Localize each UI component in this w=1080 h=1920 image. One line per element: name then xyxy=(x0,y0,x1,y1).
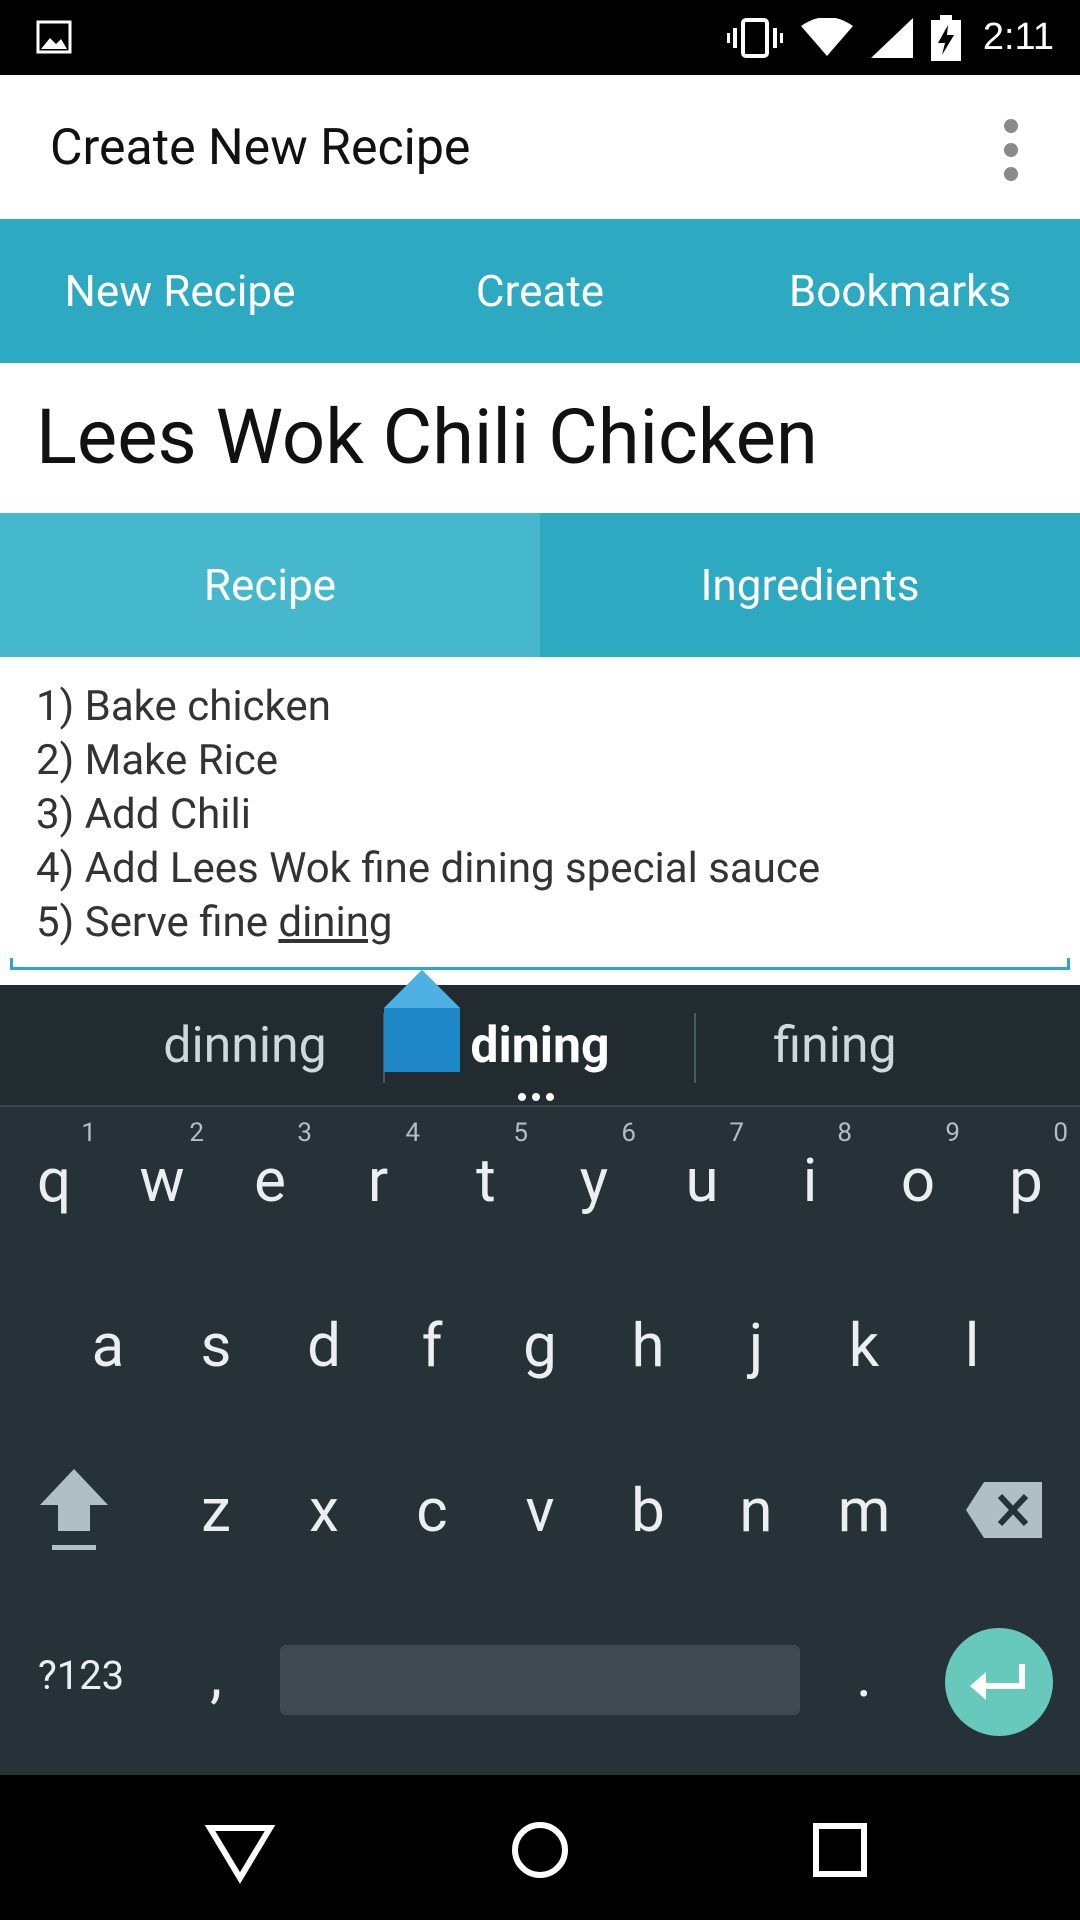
clock: 2:11 xyxy=(982,16,1054,58)
key-e[interactable]: e3 xyxy=(216,1110,324,1250)
vibrate-icon xyxy=(726,17,783,58)
shift-icon xyxy=(40,1469,108,1550)
suggestion-fining[interactable]: fining xyxy=(700,985,970,1107)
comma-key[interactable]: , xyxy=(162,1605,270,1745)
key-j[interactable]: j xyxy=(702,1275,810,1415)
suggestion-dinning[interactable]: dinning xyxy=(100,985,390,1107)
more-vert-icon[interactable] xyxy=(980,103,1040,193)
key-b[interactable]: b xyxy=(594,1440,702,1580)
divider xyxy=(694,1013,696,1083)
key-u[interactable]: u7 xyxy=(648,1110,756,1250)
image-icon xyxy=(36,20,72,54)
tab-recipe[interactable]: Recipe xyxy=(0,513,540,657)
step-line: 4) Add Lees Wok fine dining special sauc… xyxy=(36,844,821,893)
tab-ingredients[interactable]: Ingredients xyxy=(540,513,1080,657)
key-y[interactable]: y6 xyxy=(540,1110,648,1250)
key-a[interactable]: a xyxy=(54,1275,162,1415)
suggestion-strip: dinning dining fining xyxy=(0,985,1080,1107)
soft-keyboard: dinning dining fining q1 w2 e3 r4 t5 y6 … xyxy=(0,985,1080,1775)
key-s[interactable]: s xyxy=(162,1275,270,1415)
key-z[interactable]: z xyxy=(162,1440,270,1580)
tab-new-recipe[interactable]: New Recipe xyxy=(0,219,360,363)
key-x[interactable]: x xyxy=(270,1440,378,1580)
system-nav-bar xyxy=(0,1775,1080,1920)
enter-icon xyxy=(970,1664,1025,1700)
step-line-prefix: 5) Serve fine xyxy=(36,898,279,947)
key-w[interactable]: w2 xyxy=(108,1110,216,1250)
battery-charging-icon xyxy=(930,14,961,61)
key-n[interactable]: n xyxy=(702,1440,810,1580)
backspace-icon xyxy=(966,1482,1042,1538)
key-o[interactable]: o9 xyxy=(864,1110,972,1250)
space-bar[interactable] xyxy=(280,1645,800,1715)
period-key[interactable]: . xyxy=(810,1605,918,1745)
key-d[interactable]: d xyxy=(270,1275,378,1415)
recipe-title: Lees Wok Chili Chicken xyxy=(36,392,818,482)
cursor-handle-icon[interactable] xyxy=(384,970,460,1074)
enter-button[interactable] xyxy=(945,1628,1053,1736)
page-title: Create New Recipe xyxy=(50,119,471,177)
key-q[interactable]: q1 xyxy=(0,1110,108,1250)
main-nav: New Recipe Create Bookmarks xyxy=(0,219,1080,363)
key-f[interactable]: f xyxy=(378,1275,486,1415)
step-line: 2) Make Rice xyxy=(36,736,279,785)
tab-create[interactable]: Create xyxy=(360,219,720,363)
key-g[interactable]: g xyxy=(486,1275,594,1415)
step-line: 1) Bake chicken xyxy=(36,682,331,731)
key-l[interactable]: l xyxy=(918,1275,1026,1415)
recents-icon[interactable] xyxy=(800,1810,880,1890)
symbols-key[interactable]: ?123 xyxy=(26,1605,136,1745)
key-v[interactable]: v xyxy=(486,1440,594,1580)
home-icon[interactable] xyxy=(500,1810,580,1890)
key-t[interactable]: t5 xyxy=(432,1110,540,1250)
tab-bookmarks[interactable]: Bookmarks xyxy=(720,219,1080,363)
recipe-steps-input[interactable]: 1) Bake chicken 2) Make Rice 3) Add Chil… xyxy=(10,680,1070,970)
key-k[interactable]: k xyxy=(810,1275,918,1415)
input-underline xyxy=(10,958,1070,970)
key-h[interactable]: h xyxy=(594,1275,702,1415)
backspace-key[interactable] xyxy=(950,1440,1058,1580)
signal-icon xyxy=(870,17,913,58)
key-i[interactable]: i8 xyxy=(756,1110,864,1250)
key-r[interactable]: r4 xyxy=(324,1110,432,1250)
composing-word: dining xyxy=(278,898,393,947)
step-line: 3) Add Chili xyxy=(36,790,251,839)
more-suggestions-icon[interactable] xyxy=(518,1093,554,1101)
key-c[interactable]: c xyxy=(378,1440,486,1580)
wifi-icon xyxy=(800,17,853,56)
back-icon[interactable] xyxy=(200,1810,280,1890)
key-p[interactable]: p0 xyxy=(972,1110,1080,1250)
recipe-sub-tabs: Recipe Ingredients xyxy=(0,513,1080,657)
status-bar: 2:11 xyxy=(0,0,1080,75)
app-bar: Create New Recipe xyxy=(0,75,1080,219)
step-line: 5) Serve fine dining xyxy=(10,896,1070,950)
key-m[interactable]: m xyxy=(810,1440,918,1580)
shift-key[interactable] xyxy=(20,1440,128,1580)
